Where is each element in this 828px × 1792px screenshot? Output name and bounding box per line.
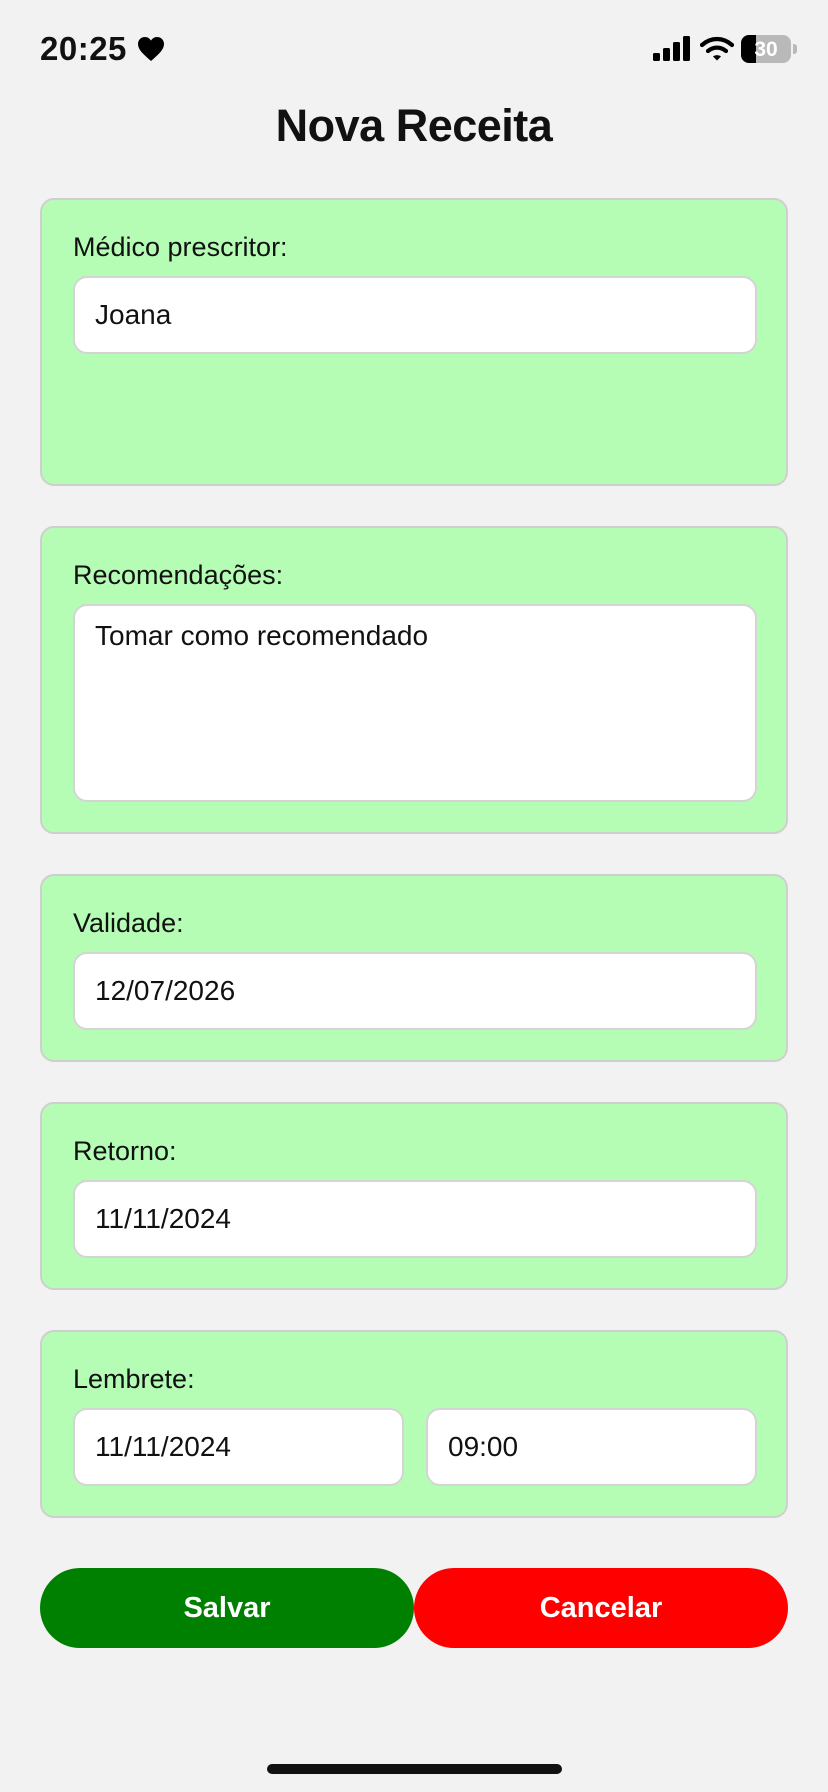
reminder-date-value: 11/11/2024 xyxy=(95,1431,231,1462)
battery-tip xyxy=(793,44,797,54)
reminder-time-input[interactable]: 09:00 xyxy=(426,1408,757,1486)
heart-icon xyxy=(138,37,164,61)
validity-date-value: 12/07/2026 xyxy=(95,975,236,1006)
return-label: Retorno: xyxy=(73,1136,177,1166)
reminder-time-value: 09:00 xyxy=(448,1431,519,1462)
home-indicator[interactable] xyxy=(267,1764,562,1774)
recommendations-value: Tomar como recomendado xyxy=(95,620,429,651)
validity-card: Validade: 12/07/2026 xyxy=(40,874,788,1062)
validity-label: Validade: xyxy=(73,908,184,938)
page-title: Nova Receita xyxy=(275,100,553,151)
cellular-signal-icon xyxy=(653,36,690,61)
save-button[interactable]: Salvar xyxy=(40,1568,414,1648)
cancel-button[interactable]: Cancelar xyxy=(414,1568,788,1648)
reminder-label: Lembrete: xyxy=(73,1364,195,1394)
doctor-card: Médico prescritor: Joana xyxy=(40,198,788,486)
return-card: Retorno: 11/11/2024 xyxy=(40,1102,788,1290)
wifi-icon xyxy=(700,36,734,61)
doctor-input-value: Joana xyxy=(95,299,172,330)
recommendations-label: Recomendações: xyxy=(73,560,284,590)
validity-date-input[interactable]: 12/07/2026 xyxy=(73,952,757,1030)
status-bar: 20:25 30 xyxy=(0,0,828,100)
return-date-value: 11/11/2024 xyxy=(95,1203,231,1234)
doctor-input[interactable]: Joana xyxy=(73,276,757,354)
return-date-input[interactable]: 11/11/2024 xyxy=(73,1180,757,1258)
status-time: 20:25 xyxy=(40,30,127,67)
recommendations-textarea[interactable]: Tomar como recomendado xyxy=(73,604,757,802)
battery-percent: 30 xyxy=(754,38,778,61)
battery-icon: 30 xyxy=(741,35,791,63)
reminder-card: Lembrete: 11/11/2024 09:00 xyxy=(40,1330,788,1518)
doctor-label: Médico prescritor: xyxy=(73,232,288,262)
recommendations-card: Recomendações: Tomar como recomendado xyxy=(40,526,788,834)
reminder-date-input[interactable]: 11/11/2024 xyxy=(73,1408,404,1486)
screen: 20:25 30 Nova Receita Médico prescritor:… xyxy=(0,0,828,1792)
